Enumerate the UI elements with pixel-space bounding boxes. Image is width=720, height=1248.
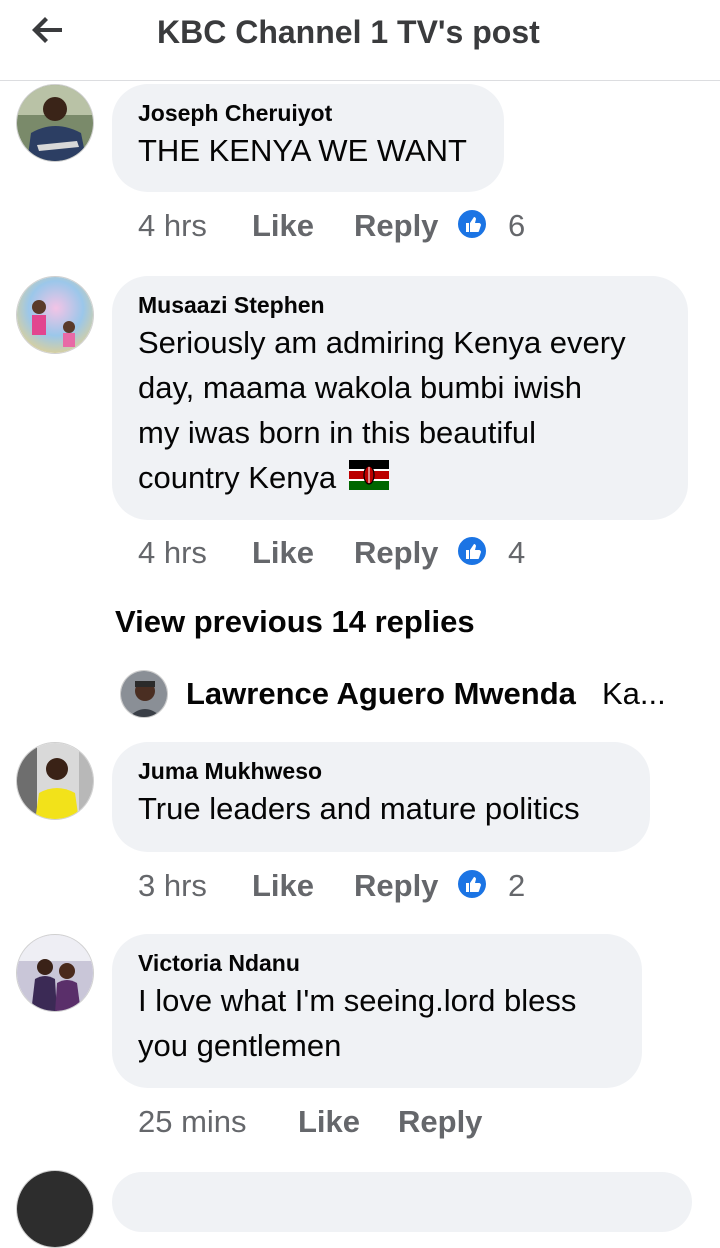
comment-text-line: you gentlemen xyxy=(138,1028,342,1063)
comment-actions: 25 mins Like Reply xyxy=(138,1104,558,1144)
thumbs-up-icon[interactable] xyxy=(456,208,488,240)
comment-author[interactable]: Victoria Ndanu xyxy=(138,948,614,978)
reaction-count[interactable]: 6 xyxy=(508,208,525,244)
post-header: KBC Channel 1 TV's post xyxy=(0,0,720,81)
reply-button[interactable]: Reply xyxy=(354,535,438,571)
like-button[interactable]: Like xyxy=(252,208,314,244)
view-previous-replies-link[interactable]: View previous 14 replies xyxy=(115,604,475,640)
avatar-joseph-cheruiyot[interactable] xyxy=(16,84,94,162)
comment-text-line-with-emoji: country Kenya xyxy=(138,455,660,502)
comment-bubble[interactable]: Juma Mukhweso True leaders and mature po… xyxy=(112,742,650,852)
profile-photo-icon xyxy=(121,671,167,717)
comment-author[interactable]: Musaazi Stephen xyxy=(138,290,660,320)
avatar-victoria-ndanu[interactable] xyxy=(16,934,94,1012)
comment-text-line: Seriously am admiring Kenya every xyxy=(138,325,626,360)
comment-time[interactable]: 25 mins xyxy=(138,1104,247,1140)
profile-photo-icon xyxy=(17,85,93,161)
comment-text: THE KENYA WE WANT xyxy=(138,133,467,168)
comment-bubble[interactable]: Joseph Cheruiyot THE KENYA WE WANT xyxy=(112,84,504,192)
comment-text-line: country Kenya xyxy=(138,460,337,495)
page-title: KBC Channel 1 TV's post xyxy=(157,14,540,50)
comment-bubble[interactable]: Musaazi Stephen Seriously am admiring Ke… xyxy=(112,276,688,520)
like-button[interactable]: Like xyxy=(252,868,314,904)
reaction-count[interactable]: 4 xyxy=(508,535,525,571)
comment-actions: 4 hrs Like Reply 4 xyxy=(138,535,558,575)
profile-photo-icon xyxy=(17,743,93,819)
reply-button[interactable]: Reply xyxy=(354,868,438,904)
comment-time[interactable]: 4 hrs xyxy=(138,208,207,244)
comment-text: True leaders and mature politics xyxy=(138,791,580,826)
comment-bubble[interactable]: Victoria Ndanu I love what I'm seeing.lo… xyxy=(112,934,642,1088)
reaction-count[interactable]: 2 xyxy=(508,868,525,904)
like-button[interactable]: Like xyxy=(252,535,314,571)
reply-button[interactable]: Reply xyxy=(398,1104,482,1140)
comment-bubble[interactable] xyxy=(112,1172,692,1232)
thumbs-up-icon[interactable] xyxy=(456,535,488,567)
arrow-left-icon xyxy=(32,17,62,43)
profile-photo-icon xyxy=(17,277,93,353)
avatar-lawrence-aguero-mwenda[interactable] xyxy=(120,670,168,718)
reply-preview[interactable]: Lawrence Aguero Mwenda Ka... xyxy=(118,668,718,720)
comment-actions: 3 hrs Like Reply 2 xyxy=(138,868,558,908)
comment-time[interactable]: 3 hrs xyxy=(138,868,207,904)
back-button[interactable] xyxy=(28,10,68,50)
comment-author[interactable]: Juma Mukhweso xyxy=(138,756,622,786)
comment-text-line: my iwas born in this beautiful xyxy=(138,415,537,450)
reply-author[interactable]: Lawrence Aguero Mwenda xyxy=(186,676,576,712)
comment-actions: 4 hrs Like Reply 6 xyxy=(138,208,558,248)
thumbs-up-icon[interactable] xyxy=(456,868,488,900)
profile-photo-icon xyxy=(17,935,93,1011)
comment-text-line: day, maama wakola bumbi iwish xyxy=(138,370,582,405)
avatar-juma-mukhweso[interactable] xyxy=(16,742,94,820)
avatar-musaazi-stephen[interactable] xyxy=(16,276,94,354)
kenya-flag-icon xyxy=(348,457,389,502)
reply-button[interactable]: Reply xyxy=(354,208,438,244)
comment-time[interactable]: 4 hrs xyxy=(138,535,207,571)
like-button[interactable]: Like xyxy=(298,1104,360,1140)
reply-snippet: Ka... xyxy=(602,676,666,711)
comment-author[interactable]: Joseph Cheruiyot xyxy=(138,98,476,128)
comment-text-line: I love what I'm seeing.lord bless xyxy=(138,983,577,1018)
avatar-next-comment[interactable] xyxy=(16,1170,94,1248)
